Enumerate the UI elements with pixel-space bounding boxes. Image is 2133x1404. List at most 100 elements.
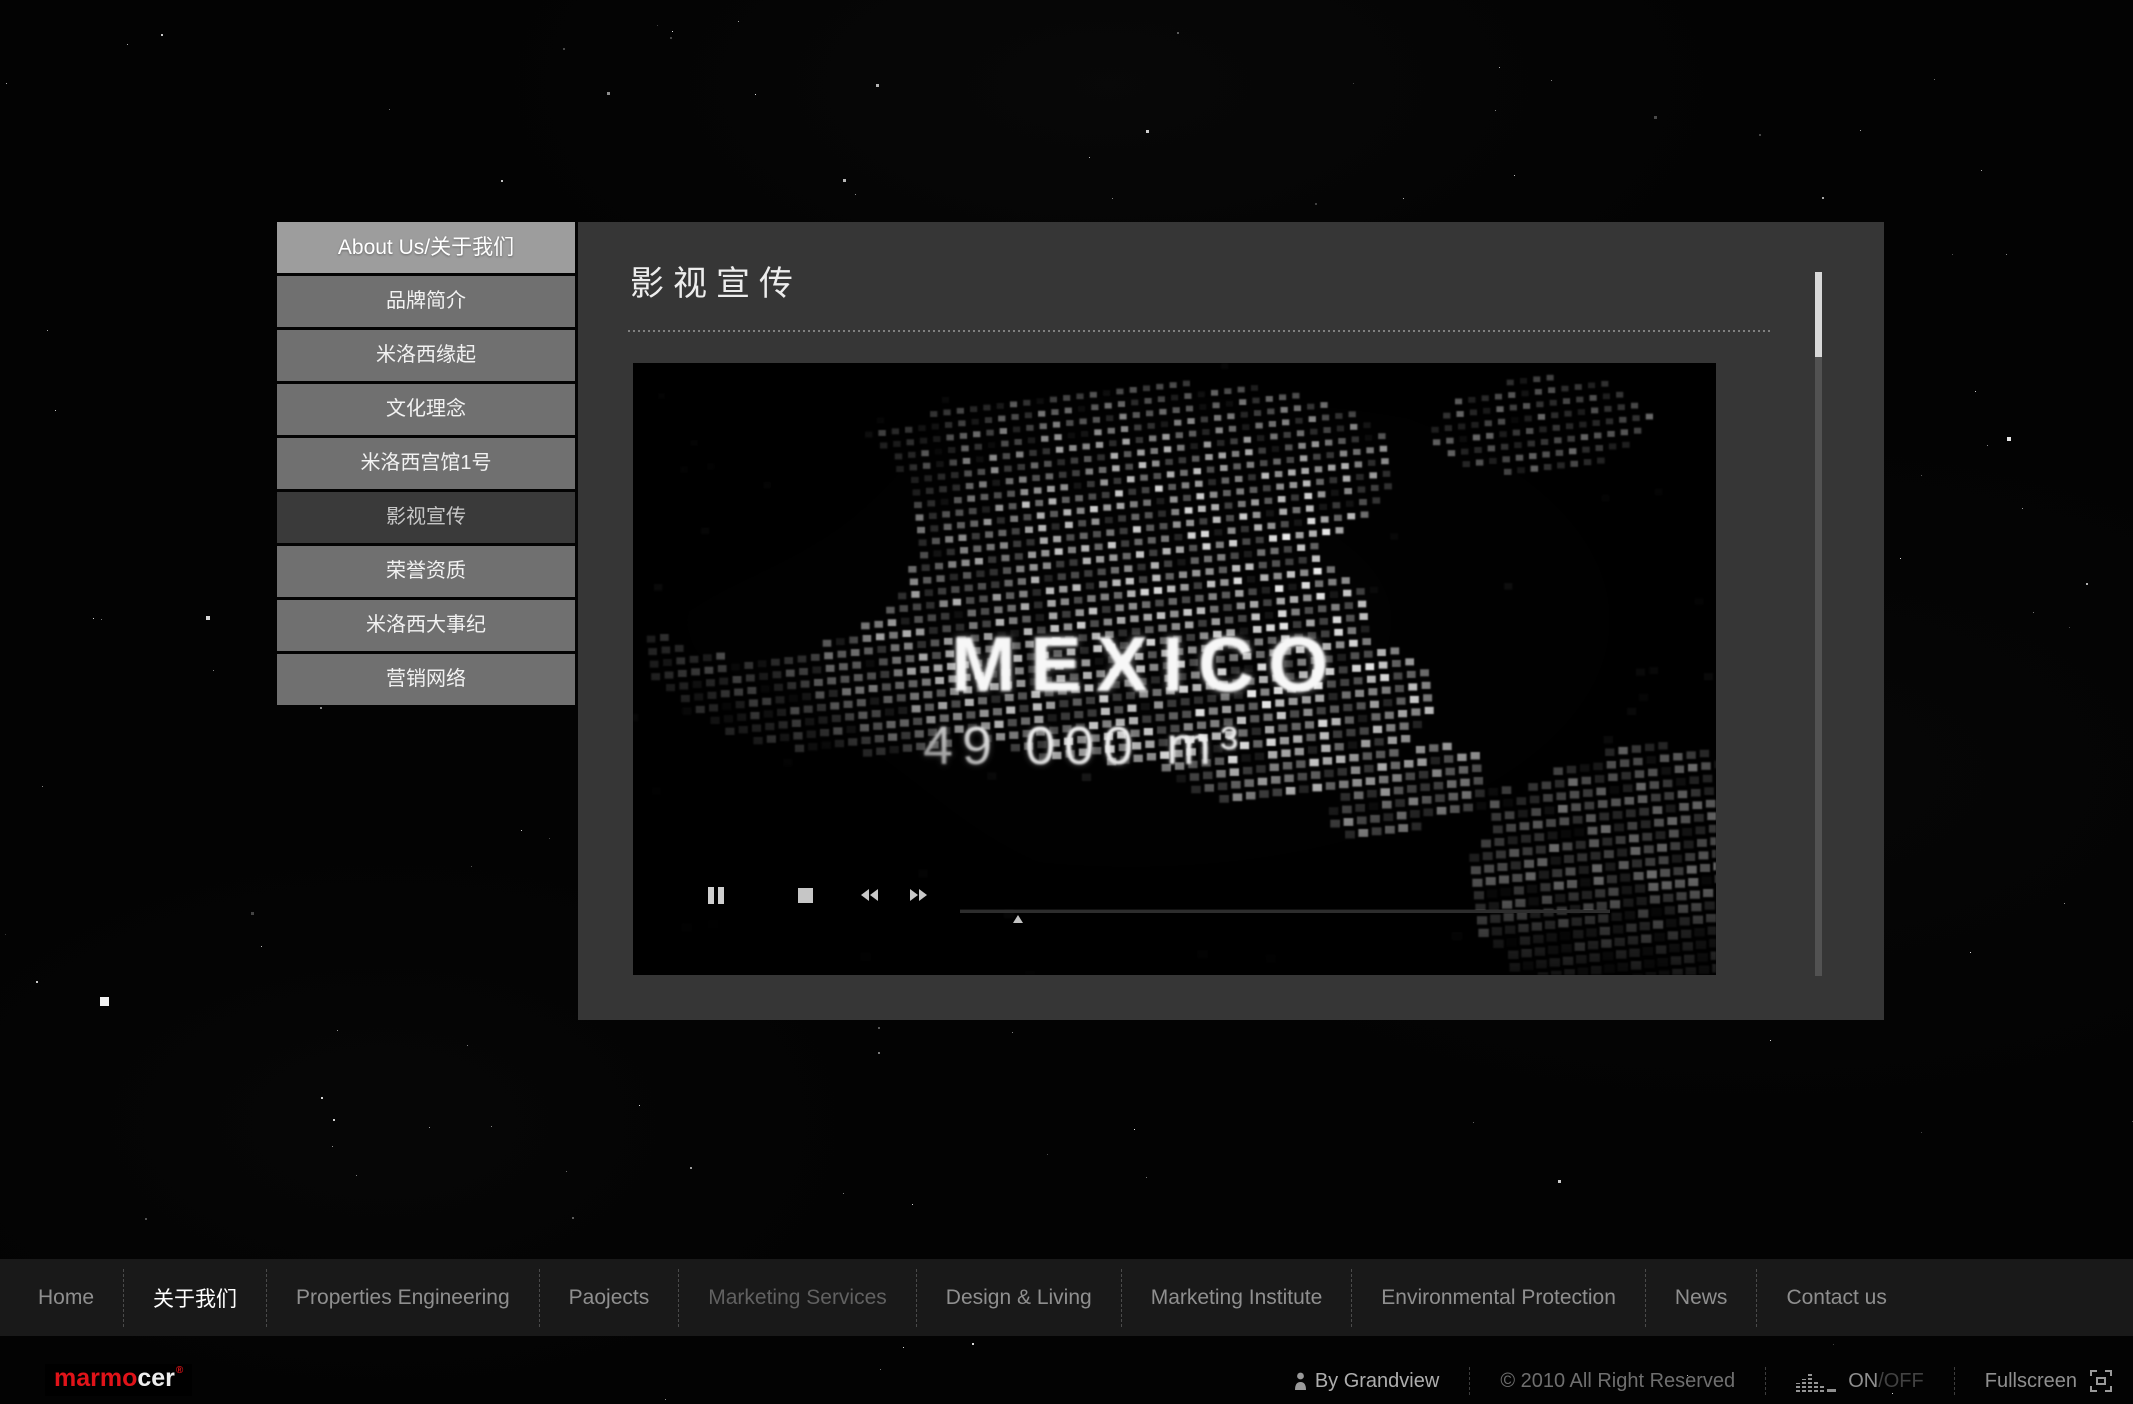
stop-icon[interactable] (798, 885, 813, 905)
star (1770, 1040, 1771, 1041)
star (665, 1399, 666, 1400)
star (1403, 198, 1404, 199)
nav-item[interactable]: Properties Engineering (267, 1286, 539, 1310)
star (1900, 558, 1901, 559)
star (657, 25, 658, 26)
star (521, 830, 522, 831)
star (2022, 508, 2023, 509)
star (1822, 197, 1824, 199)
sidebar-item[interactable]: 米洛西宫馆1号 (277, 438, 575, 489)
star (1495, 110, 1496, 111)
panel-scrollbar-thumb[interactable] (1815, 272, 1822, 357)
star (42, 786, 43, 787)
page-title: 影视宣传 (630, 256, 802, 305)
star (36, 981, 38, 983)
marmocer-logo[interactable]: marmocer® (45, 1364, 192, 1396)
star (1112, 198, 1113, 199)
star (566, 1171, 567, 1172)
star (690, 1167, 692, 1169)
fullscreen-icon[interactable] (2089, 1369, 2113, 1393)
pause-icon[interactable] (708, 885, 724, 905)
equalizer-icon[interactable] (1796, 1370, 1838, 1392)
star (855, 194, 856, 195)
star (1146, 130, 1149, 133)
sound-off-label[interactable]: /OFF (1878, 1370, 1924, 1393)
bottom-navigation: Home关于我们Properties EngineeringPaojectsMa… (0, 1259, 2133, 1336)
copyright-text: © 2010 All Right Reserved (1500, 1370, 1735, 1393)
video-overlay-volume: 49 000 m³ (923, 715, 1247, 777)
fullscreen-label[interactable]: Fullscreen (1985, 1370, 2077, 1393)
video-overlay-country: MEXICO (951, 619, 1343, 710)
sidebar-item[interactable]: 营销网络 (277, 654, 575, 705)
rewind-icon[interactable] (861, 885, 878, 905)
star (55, 410, 56, 411)
star (100, 997, 109, 1006)
seek-position-marker[interactable] (1013, 915, 1023, 923)
star (356, 1175, 357, 1176)
star (903, 1347, 904, 1348)
star (101, 619, 102, 620)
star (563, 48, 565, 50)
star (1934, 79, 1935, 80)
sidebar-item[interactable]: 米洛西缘起 (277, 330, 575, 381)
sidebar-item-label: 米洛西宫馆1号 (360, 452, 491, 474)
nav-item[interactable]: Marketing Institute (1122, 1286, 1352, 1310)
video-player[interactable]: MEXICO 49 000 m³ (633, 363, 1716, 975)
star (5, 934, 6, 935)
star (1654, 116, 1657, 119)
sidebar-item[interactable]: 品牌简介 (277, 276, 575, 327)
nav-item[interactable]: Contact us (1757, 1286, 1915, 1310)
footer-divider (1469, 1367, 1470, 1395)
star (1353, 83, 1354, 84)
page: About Us/关于我们 品牌简介米洛西缘起文化理念米洛西宫馆1号影视宣传荣誉… (0, 0, 2133, 1404)
sidebar-item-label: 影视宣传 (386, 506, 466, 528)
star (1921, 1132, 1922, 1133)
sidebar-item[interactable]: 荣誉资质 (277, 546, 575, 597)
star (213, 670, 214, 671)
star (332, 1146, 333, 1147)
star (467, 1045, 468, 1046)
star (1177, 32, 1179, 34)
star (2069, 627, 2070, 628)
sidebar-item[interactable]: 影视宣传 (277, 492, 575, 543)
sidebar-item-label: 米洛西缘起 (376, 344, 476, 366)
star (1012, 1032, 1013, 1033)
panel-scrollbar-track[interactable] (1815, 272, 1822, 976)
sidebar-item[interactable]: 文化理念 (277, 384, 575, 435)
sidebar-item[interactable]: 米洛西大事纪 (277, 600, 575, 651)
rewind-icon (861, 889, 869, 901)
star (1952, 254, 1953, 255)
star (843, 1193, 844, 1194)
star (972, 1343, 974, 1345)
logo-text-cer: cer (137, 1364, 175, 1392)
video-seekbar[interactable] (960, 910, 1610, 913)
nav-item[interactable]: Marketing Services (679, 1286, 916, 1310)
star (1134, 1129, 1135, 1130)
sidebar-item-label: 米洛西大事纪 (366, 614, 486, 636)
star (1833, 1344, 1834, 1345)
star (2033, 612, 2034, 613)
sidebar-item-label: 营销网络 (386, 668, 466, 690)
star (1089, 157, 1090, 158)
star (1551, 80, 1552, 81)
nav-item[interactable]: Design & Living (917, 1286, 1121, 1310)
star (2007, 437, 2011, 441)
star (878, 1052, 880, 1054)
sidebar-header-about-us[interactable]: About Us/关于我们 (277, 222, 575, 273)
star (1921, 475, 1922, 476)
forward-icon[interactable] (910, 885, 927, 905)
star (261, 946, 262, 947)
star (549, 838, 550, 839)
sound-on-label[interactable]: ON (1848, 1370, 1878, 1393)
nav-item[interactable]: Home (36, 1286, 123, 1310)
star (161, 34, 163, 36)
star (389, 109, 390, 110)
nav-item[interactable]: 关于我们 (124, 1283, 266, 1313)
nav-item[interactable]: Paojects (540, 1286, 679, 1310)
nav-item[interactable]: Environmental Protection (1352, 1286, 1645, 1310)
star (333, 1119, 335, 1121)
star (639, 1105, 640, 1106)
nav-item[interactable]: News (1646, 1286, 1757, 1310)
star (878, 1027, 880, 1029)
star (572, 1217, 574, 1219)
